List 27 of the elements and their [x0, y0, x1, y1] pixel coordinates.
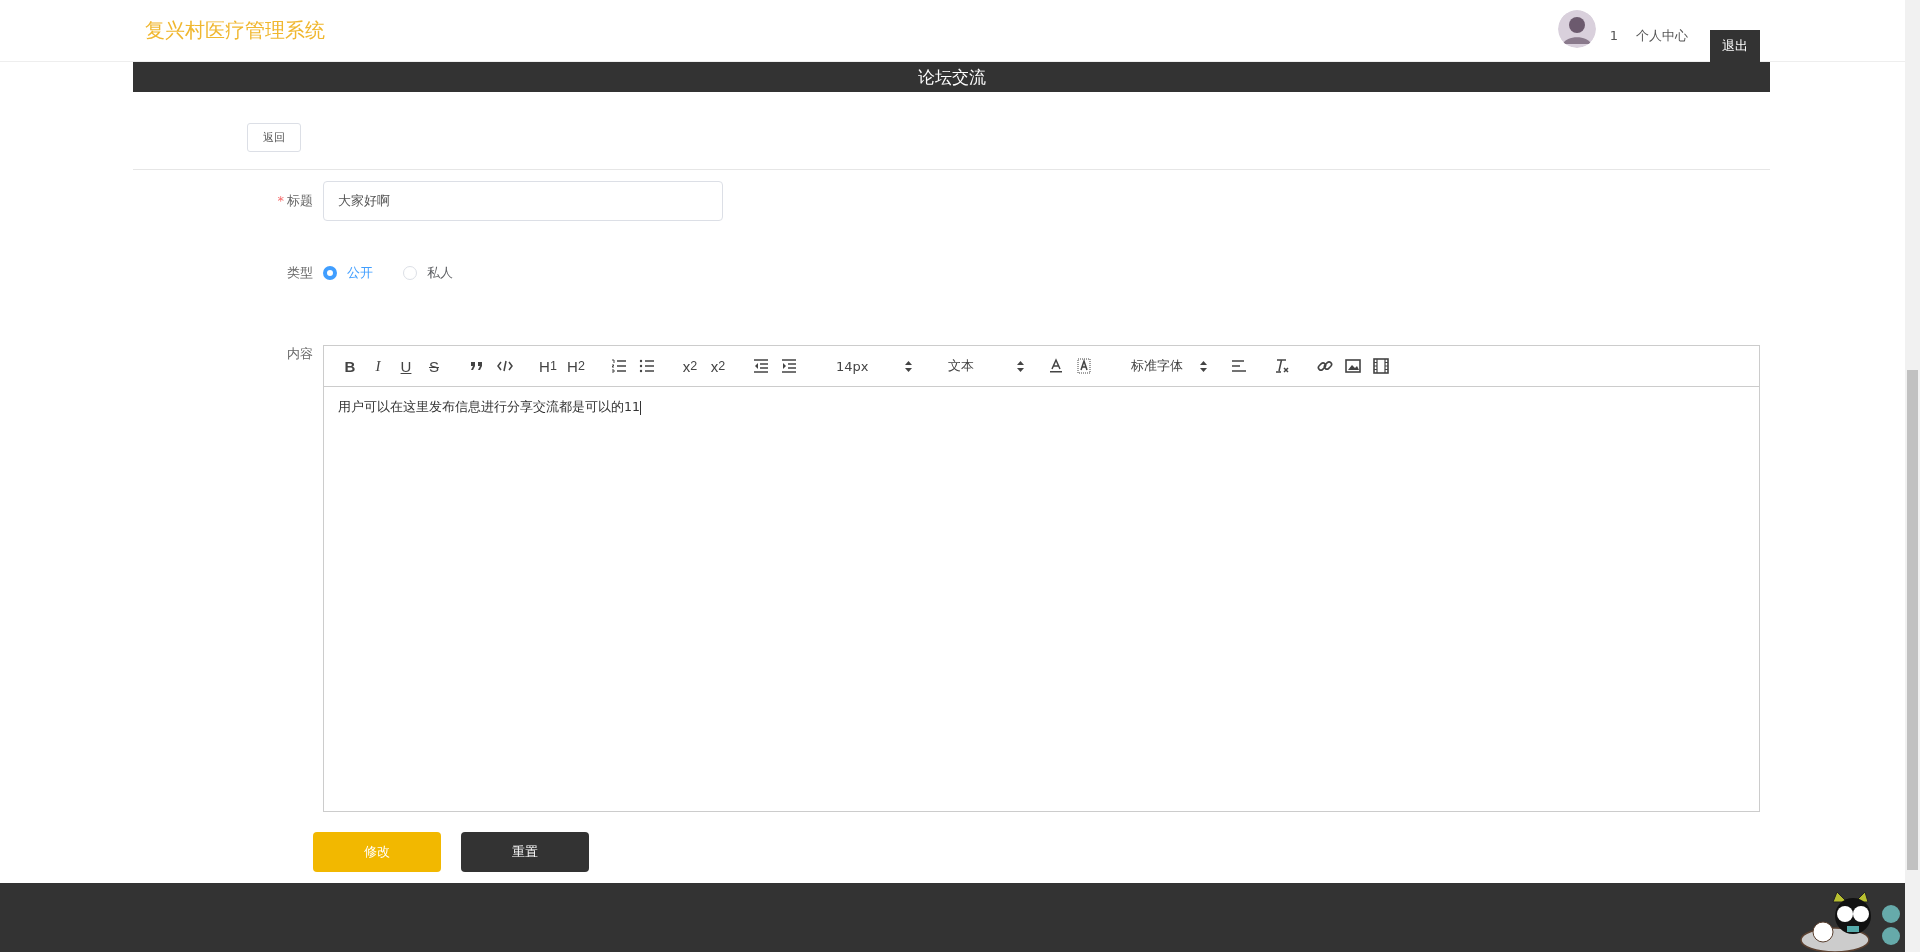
- caret-icon: [1200, 360, 1207, 372]
- field-label: 类型: [286, 264, 313, 282]
- required-mark: *: [277, 193, 284, 208]
- site-title: 复兴村医疗管理系统: [145, 17, 325, 44]
- radio-button[interactable]: [323, 266, 337, 280]
- user-name: 1: [1609, 28, 1618, 43]
- format-button[interactable]: B: [336, 354, 364, 378]
- toolbar-select[interactable]: 标准字体: [1123, 357, 1215, 375]
- caret-icon: [1017, 360, 1024, 372]
- scrollbar[interactable]: [1905, 0, 1920, 952]
- toolbar-select[interactable]: 文本: [940, 357, 1032, 375]
- format-button[interactable]: U: [392, 354, 420, 378]
- profile-link[interactable]: 个人中心: [1636, 26, 1688, 45]
- caret-icon: [905, 360, 912, 372]
- field-label: 内容: [286, 345, 313, 363]
- back-button[interactable]: 返回: [247, 123, 301, 152]
- page-banner: 论坛交流: [133, 62, 1770, 92]
- title-input[interactable]: 大家好啊: [323, 181, 723, 221]
- field-label: 标题: [287, 193, 313, 208]
- toolbar-select[interactable]: 14px: [828, 358, 920, 374]
- reset-button[interactable]: 重置: [461, 832, 589, 872]
- logout-button[interactable]: 退出: [1710, 29, 1760, 62]
- format-button[interactable]: S: [420, 354, 448, 378]
- radio-label[interactable]: 私人: [427, 264, 453, 282]
- format-button[interactable]: I: [364, 354, 392, 378]
- avatar: [1557, 9, 1596, 48]
- editor-text: 用户可以在这里发布信息进行分享交流都是可以的11: [338, 399, 640, 414]
